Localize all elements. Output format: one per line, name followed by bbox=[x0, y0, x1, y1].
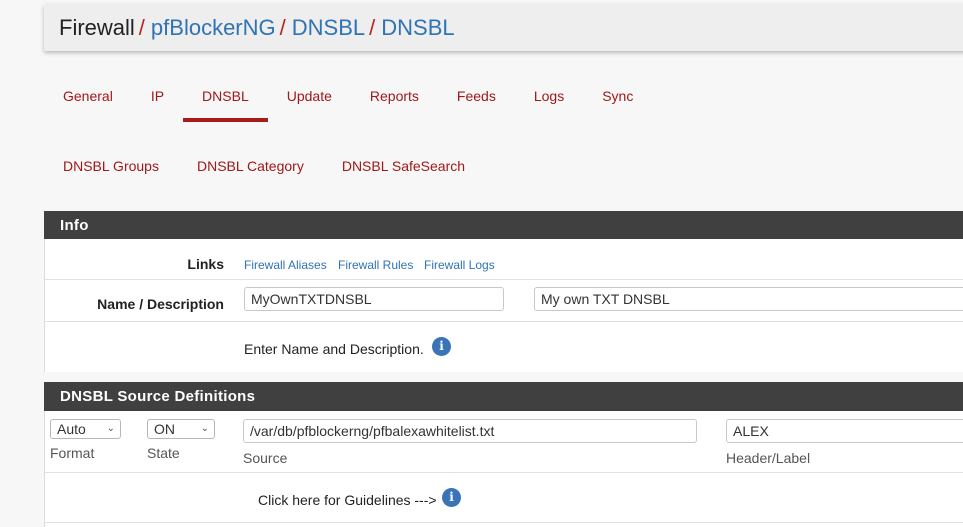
tab-dnsbl-safesearch[interactable]: DNSBL SafeSearch bbox=[323, 142, 484, 188]
name-description-label: Name / Description bbox=[97, 296, 224, 312]
breadcrumb-dnsbl-current[interactable]: DNSBL bbox=[381, 15, 454, 41]
format-select[interactable]: Auto ⌄ bbox=[50, 419, 121, 439]
state-select-value: ON bbox=[154, 421, 175, 437]
firewall-logs-link[interactable]: Firewall Logs bbox=[424, 258, 495, 272]
tab-logs[interactable]: Logs bbox=[515, 72, 583, 122]
secondary-tabs: DNSBL Groups DNSBL Category DNSBL SafeSe… bbox=[44, 142, 484, 188]
tab-update[interactable]: Update bbox=[268, 72, 351, 122]
info-icon[interactable]: i bbox=[442, 488, 461, 507]
format-select-value: Auto bbox=[57, 421, 86, 437]
firewall-aliases-link[interactable]: Firewall Aliases bbox=[244, 258, 327, 272]
primary-tabs: General IP DNSBL Update Reports Feeds Lo… bbox=[44, 72, 652, 122]
links-row: Links Firewall Aliases Firewall Rules Fi… bbox=[45, 239, 963, 280]
tab-general[interactable]: General bbox=[44, 72, 132, 122]
firewall-rules-link[interactable]: Firewall Rules bbox=[338, 258, 413, 272]
breadcrumb-pfblockerng[interactable]: pfBlockerNG bbox=[151, 15, 276, 41]
page: Firewall / pfBlockerNG / DNSBL / DNSBL G… bbox=[0, 0, 963, 527]
breadcrumb-dnsbl[interactable]: DNSBL bbox=[292, 15, 365, 41]
tab-sync[interactable]: Sync bbox=[583, 72, 652, 122]
info-panel-title: Info bbox=[44, 211, 963, 239]
breadcrumb-separator: / bbox=[138, 14, 145, 40]
name-description-row: Name / Description bbox=[45, 280, 963, 322]
guidelines-row: Click here for Guidelines ---> i bbox=[45, 473, 963, 523]
description-input[interactable] bbox=[534, 287, 963, 311]
breadcrumb-separator: / bbox=[369, 14, 376, 40]
tab-ip[interactable]: IP bbox=[132, 72, 183, 122]
info-icon[interactable]: i bbox=[432, 337, 451, 356]
source-input[interactable] bbox=[243, 419, 697, 443]
format-caption: Format bbox=[50, 445, 95, 461]
header-label-caption: Header/Label bbox=[726, 450, 811, 466]
name-input[interactable] bbox=[244, 287, 504, 311]
chevron-down-icon: ⌄ bbox=[106, 423, 115, 434]
source-panel: Auto ⌄ Format ON ⌄ State Source Header/L… bbox=[44, 411, 963, 527]
source-row: Auto ⌄ Format ON ⌄ State Source Header/L… bbox=[45, 411, 963, 473]
state-select[interactable]: ON ⌄ bbox=[147, 419, 215, 439]
breadcrumb-separator: / bbox=[279, 14, 286, 40]
tab-feeds[interactable]: Feeds bbox=[438, 72, 515, 122]
breadcrumb-firewall: Firewall bbox=[59, 14, 135, 40]
state-caption: State bbox=[147, 445, 180, 461]
tab-dnsbl-groups[interactable]: DNSBL Groups bbox=[44, 142, 178, 188]
help-row: Enter Name and Description. i bbox=[45, 322, 963, 372]
breadcrumb: Firewall / pfBlockerNG / DNSBL / DNSBL bbox=[44, 4, 963, 51]
header-label-input[interactable] bbox=[726, 419, 963, 443]
source-panel-title: DNSBL Source Definitions bbox=[44, 382, 963, 411]
source-caption: Source bbox=[243, 450, 288, 466]
chevron-down-icon: ⌄ bbox=[200, 423, 209, 434]
info-panel: Links Firewall Aliases Firewall Rules Fi… bbox=[44, 239, 963, 372]
name-help-text: Enter Name and Description. bbox=[244, 341, 424, 357]
tab-dnsbl-category[interactable]: DNSBL Category bbox=[178, 142, 323, 188]
tab-dnsbl[interactable]: DNSBL bbox=[183, 72, 268, 122]
tab-reports[interactable]: Reports bbox=[351, 72, 438, 122]
links-label: Links bbox=[187, 256, 224, 272]
guidelines-link[interactable]: Click here for Guidelines ---> bbox=[258, 492, 437, 508]
